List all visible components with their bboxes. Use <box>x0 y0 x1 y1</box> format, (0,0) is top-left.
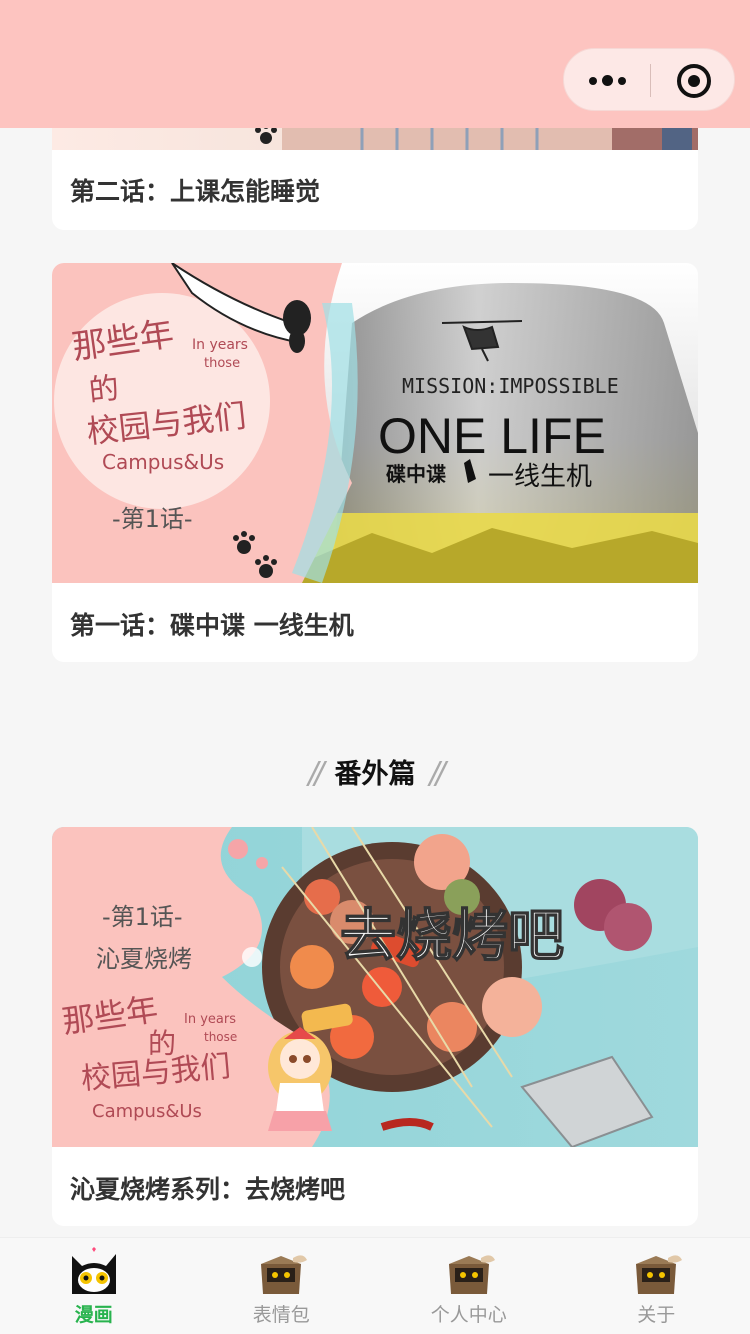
tab-label: 漫画 <box>74 1304 113 1326</box>
comic-card-special[interactable]: 去烧烤吧 -第1话- 沁夏烧烤 那些年 的 校园与我们 In years tho… <box>52 827 698 1226</box>
svg-text:的: 的 <box>87 371 120 409</box>
cover-movie-top-text: MISSION:IMPOSSIBLE <box>402 374 619 398</box>
cover-movie-cn-left: 碟中谍 <box>386 462 446 486</box>
cover-big-title: 去烧烤吧 <box>340 904 564 969</box>
comic-card-title: 第一话：碟中谍 一线生机 <box>70 611 354 640</box>
box-cat-icon <box>261 1255 308 1294</box>
cover-movie-cn-right: 一线生机 <box>488 462 592 492</box>
comic-cover-image: 去烧烤吧 -第1话- 沁夏烧烤 那些年 的 校园与我们 In years tho… <box>52 827 698 1147</box>
svg-text:Campus&Us: Campus&Us <box>102 450 224 474</box>
cover-episode-label: -第1话- <box>112 505 193 533</box>
top-navbar <box>0 0 750 128</box>
box-cat-icon <box>636 1255 683 1294</box>
comic-cover-image: 那些年 的 校园与我们 In years those Campus&Us -第1… <box>52 263 698 583</box>
tab-comics[interactable]: 漫画 <box>0 1238 188 1334</box>
svg-text:those: those <box>204 356 240 371</box>
cover-subtitle: 沁夏烧烤 <box>96 945 192 973</box>
box-cat-icon <box>448 1255 495 1294</box>
bottom-tab-bar: 漫画 表情包 个人中心 关于 <box>0 1237 750 1334</box>
tab-label: 个人中心 <box>430 1304 507 1326</box>
divider-slash-icon: // <box>429 756 446 791</box>
comic-card-title: 沁夏烧烤系列：去烧烤吧 <box>70 1175 346 1204</box>
tab-stickers[interactable]: 表情包 <box>188 1238 376 1334</box>
tab-label: 关于 <box>637 1304 676 1326</box>
section-title: // 番外篇 // <box>0 752 750 791</box>
svg-text:Campus&Us: Campus&Us <box>92 1101 202 1122</box>
tab-profile[interactable]: 个人中心 <box>375 1238 563 1334</box>
section-title-text: 番外篇 <box>334 759 416 790</box>
target-close-icon[interactable] <box>651 49 736 112</box>
svg-text:those: those <box>204 1030 237 1044</box>
more-dots-icon[interactable] <box>564 49 650 112</box>
svg-text:In years: In years <box>184 1012 236 1027</box>
cat-icon <box>71 1247 116 1294</box>
tab-about[interactable]: 关于 <box>563 1238 750 1334</box>
comic-card-title: 第二话：上课怎能睡觉 <box>70 177 321 206</box>
svg-text:In years: In years <box>192 337 248 353</box>
divider-slash-icon: // <box>308 756 324 791</box>
cover-movie-main-text: ONE LIFE <box>378 408 606 464</box>
tab-label: 表情包 <box>252 1304 310 1326</box>
mini-program-capsule <box>563 48 735 111</box>
comic-card-episode-1[interactable]: 那些年 的 校园与我们 In years those Campus&Us -第1… <box>52 263 698 662</box>
cover-episode-label: -第1话- <box>102 903 183 931</box>
